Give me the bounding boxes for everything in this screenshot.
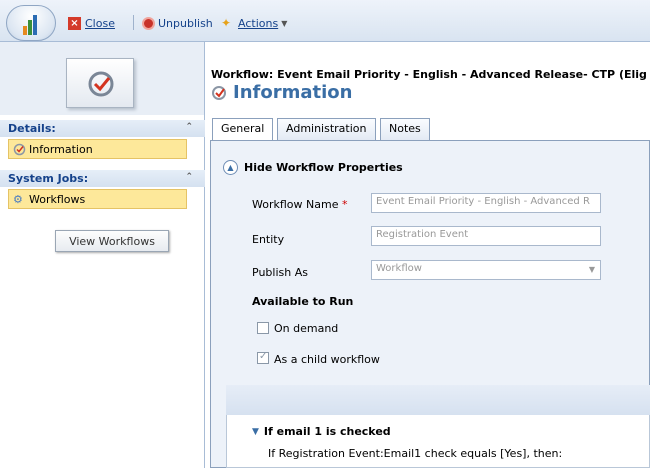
available-to-run-heading: Available to Run (252, 295, 354, 308)
tab-administration[interactable]: Administration (277, 118, 376, 140)
step-if-heading-label: If email 1 is checked (263, 425, 391, 438)
information-icon (13, 143, 26, 156)
dynamics-logo-button[interactable] (6, 5, 56, 41)
nav-system-jobs-heading-label: System Jobs: (8, 172, 89, 185)
on-demand-checkbox[interactable] (257, 322, 269, 334)
unpublish-icon (142, 16, 155, 30)
child-workflow-label: As a child workflow (274, 353, 380, 366)
nav-details-heading[interactable]: Details: ⌃ (0, 120, 205, 137)
on-demand-label: On demand (274, 322, 339, 335)
workflow-name-field[interactable]: Event Email Priority - English - Advance… (371, 193, 601, 213)
checkmark-icon: ✓ (259, 351, 268, 362)
publish-as-select[interactable]: Workflow ▼ (371, 260, 601, 280)
actions-button[interactable]: ✦ Actions ▼ (221, 15, 287, 31)
close-icon: × (68, 16, 81, 30)
actions-icon: ✦ (221, 15, 232, 30)
page-title-text: Information (233, 82, 353, 103)
chevron-down-icon: ▼ (281, 18, 288, 28)
information-icon (211, 85, 227, 101)
close-button[interactable]: × Close (68, 15, 115, 31)
toolbar-divider (133, 15, 134, 30)
unpublish-button[interactable]: Unpublish (142, 15, 213, 31)
tab-general[interactable]: General (212, 118, 274, 141)
publish-as-label: Publish As (252, 266, 308, 279)
publish-as-value: Workflow (376, 263, 422, 274)
steps-toolbar-strip (226, 385, 650, 415)
collapse-icon: ⌃ (185, 122, 193, 132)
nav-item-information-label: Information (29, 142, 93, 156)
chevron-down-icon: ▼ (588, 265, 595, 274)
close-label: Close (85, 16, 115, 30)
page-title: Information (211, 82, 352, 103)
hide-properties-label: Hide Workflow Properties (244, 161, 403, 174)
hide-properties-toggle[interactable]: ▲ Hide Workflow Properties (223, 160, 403, 175)
workflow-icon (66, 58, 134, 108)
nav-details-heading-label: Details: (8, 122, 56, 135)
nav-item-workflows[interactable]: ⚙ Workflows (8, 189, 187, 209)
required-mark: * (341, 198, 348, 211)
crm-logo-icon (23, 15, 37, 35)
workflow-title: Workflow: Event Email Priority - English… (211, 68, 647, 81)
view-workflows-button[interactable]: View Workflows (55, 230, 169, 252)
step-if-heading[interactable]: ▼ If email 1 is checked (252, 425, 391, 438)
expand-arrow-icon: ▼ (252, 426, 259, 437)
workflow-name-label-text: Workflow Name (252, 198, 339, 211)
nav-system-jobs-heading[interactable]: System Jobs: ⌃ (0, 170, 205, 187)
tab-notes[interactable]: Notes (380, 118, 430, 140)
nav-item-information[interactable]: Information (8, 139, 187, 159)
entity-label: Entity (252, 233, 285, 246)
collapse-circle-icon: ▲ (223, 160, 238, 175)
actions-label: Actions (238, 16, 279, 30)
step-condition-text: If Registration Event:Email1 check equal… (268, 447, 563, 460)
collapse-icon: ⌃ (185, 172, 193, 182)
child-workflow-checkbox[interactable]: ✓ (257, 351, 269, 364)
workflow-name-label: Workflow Name * (252, 198, 347, 211)
left-nav (0, 115, 205, 468)
nav-item-workflows-label: Workflows (29, 192, 86, 206)
unpublish-label: Unpublish (158, 16, 213, 30)
workflows-icon: ⚙ (13, 192, 23, 206)
entity-field[interactable]: Registration Event (371, 226, 601, 246)
